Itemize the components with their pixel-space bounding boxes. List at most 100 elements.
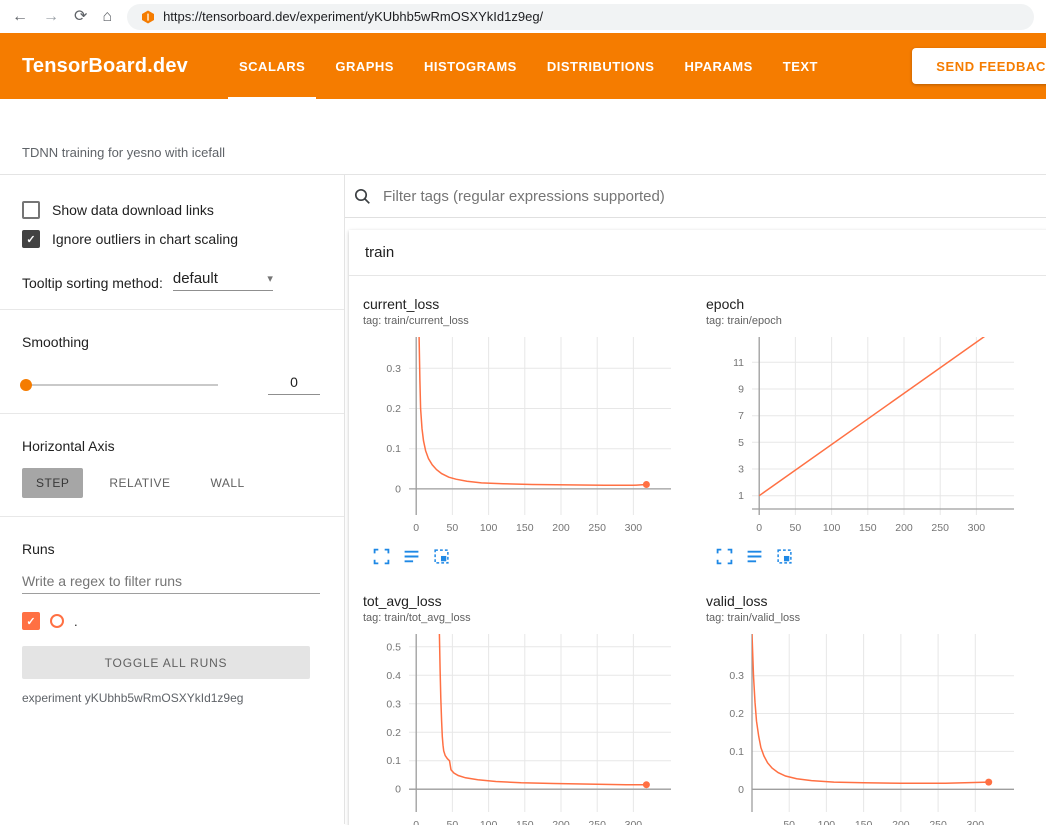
train-section-header[interactable]: train (349, 230, 1046, 276)
svg-text:50: 50 (447, 522, 459, 534)
expand-chart-icon[interactable] (373, 548, 390, 565)
back-icon[interactable]: ← (12, 9, 28, 25)
svg-text:250: 250 (929, 819, 947, 825)
svg-text:0: 0 (413, 819, 419, 825)
svg-text:150: 150 (855, 819, 873, 825)
horizontal-axis-buttons: STEP RELATIVE WALL (22, 468, 320, 498)
tag-filter-row (345, 175, 1046, 218)
checkbox-unchecked-icon[interactable] (22, 201, 40, 219)
svg-text:9: 9 (738, 384, 744, 396)
ignore-outliers-row[interactable]: ✓ Ignore outliers in chart scaling (22, 230, 320, 248)
svg-text:0.3: 0.3 (729, 670, 744, 682)
line-chart[interactable]: 00.10.20.350100150200250300 (706, 630, 1039, 825)
svg-text:0: 0 (395, 784, 401, 796)
content: Show data download links ✓ Ignore outlie… (0, 175, 1046, 824)
smoothing-label: Smoothing (22, 334, 320, 350)
svg-text:1: 1 (738, 490, 744, 502)
run-checkbox-icon[interactable]: ✓ (22, 612, 40, 630)
chart-tag: tag: train/valid_loss (706, 612, 1039, 624)
svg-text:7: 7 (738, 410, 744, 422)
tab-distributions[interactable]: DISTRIBUTIONS (532, 33, 670, 99)
chart-title: current_loss (363, 296, 696, 312)
svg-text:0: 0 (395, 483, 401, 495)
smoothing-slider-row: 0 (22, 374, 320, 395)
browser-chrome: ← → ⟳ ⌂ https://tensorboard.dev/experime… (0, 0, 1046, 33)
line-chart[interactable]: 00.10.20.3050100150200250300 (363, 333, 696, 546)
svg-text:300: 300 (625, 819, 643, 825)
send-feedback-button[interactable]: SEND FEEDBACK (912, 48, 1046, 84)
chevron-down-icon: ▾ (267, 272, 273, 285)
tag-filter-input[interactable] (381, 187, 1046, 206)
address-bar[interactable]: https://tensorboard.dev/experiment/yKUbh… (127, 4, 1034, 30)
svg-text:0.1: 0.1 (729, 746, 744, 758)
app-header: TensorBoard.dev SCALARS GRAPHS HISTOGRAM… (0, 33, 1046, 99)
svg-text:50: 50 (447, 819, 459, 825)
svg-text:250: 250 (588, 522, 606, 534)
tensorboard-favicon (141, 10, 155, 24)
chart-title: epoch (706, 296, 1039, 312)
smoothing-slider-thumb[interactable] (20, 379, 32, 391)
tab-text[interactable]: TEXT (768, 33, 833, 99)
forward-icon[interactable]: → (43, 9, 59, 25)
tensorboard-page: ← → ⟳ ⌂ https://tensorboard.dev/experime… (0, 0, 1046, 825)
svg-text:100: 100 (480, 819, 498, 825)
show-download-links-label: Show data download links (52, 202, 214, 218)
show-download-links-row[interactable]: Show data download links (22, 201, 320, 219)
scalars-main: train current_loss tag: train/current_lo… (345, 175, 1046, 824)
svg-text:0.5: 0.5 (386, 641, 401, 653)
tab-scalars[interactable]: SCALARS (224, 33, 320, 99)
charts-grid: current_loss tag: train/current_loss 0 0.… (349, 276, 1046, 825)
axis-wall-button[interactable]: WALL (196, 468, 258, 498)
runs-regex-input[interactable] (22, 569, 320, 594)
svg-text:0: 0 (738, 784, 744, 796)
toggle-all-runs-button[interactable]: TOGGLE ALL RUNS (22, 646, 310, 679)
svg-text:0.2: 0.2 (386, 727, 401, 739)
svg-text:250: 250 (931, 522, 949, 534)
tab-histograms[interactable]: HISTOGRAMS (409, 33, 532, 99)
svg-text:150: 150 (859, 522, 877, 534)
line-chart[interactable]: 00.10.20.30.40.5050100150200250300 (363, 630, 696, 825)
ignore-outliers-label: Ignore outliers in chart scaling (52, 231, 238, 247)
axis-step-button[interactable]: STEP (22, 468, 83, 498)
fit-domain-icon[interactable] (433, 548, 450, 565)
tab-graphs[interactable]: GRAPHS (320, 33, 409, 99)
svg-text:50: 50 (783, 819, 795, 825)
experiment-caption: experiment yKUbhb5wRmOSXYkId1z9eg (22, 691, 320, 705)
svg-text:150: 150 (516, 522, 534, 534)
svg-text:150: 150 (516, 819, 534, 825)
chart-options-icon[interactable] (403, 548, 420, 565)
axis-relative-button[interactable]: RELATIVE (95, 468, 184, 498)
svg-text:0: 0 (413, 522, 419, 534)
run-list-item[interactable]: ✓ . (22, 612, 320, 630)
chart-card-tot-avg-loss: tot_avg_loss tag: train/tot_avg_loss 00.… (363, 593, 696, 825)
url-text: https://tensorboard.dev/experiment/yKUbh… (163, 9, 543, 24)
expand-chart-icon[interactable] (716, 548, 733, 565)
fit-domain-icon[interactable] (776, 548, 793, 565)
tooltip-sorting-select[interactable]: default ▾ (173, 270, 273, 291)
svg-text:0.1: 0.1 (386, 443, 401, 455)
checkbox-checked-icon[interactable]: ✓ (22, 230, 40, 248)
chart-tag: tag: train/tot_avg_loss (363, 612, 696, 624)
svg-text:11: 11 (733, 357, 744, 369)
svg-text:300: 300 (967, 819, 985, 825)
svg-text:3: 3 (738, 464, 744, 476)
chart-options-icon[interactable] (746, 548, 763, 565)
svg-text:200: 200 (892, 819, 910, 825)
svg-text:0.3: 0.3 (386, 363, 401, 375)
app-logo: TensorBoard.dev (22, 55, 188, 78)
svg-text:200: 200 (552, 522, 570, 534)
chart-tag: tag: train/current_loss (363, 315, 696, 327)
svg-text:0.3: 0.3 (386, 698, 401, 710)
home-icon[interactable]: ⌂ (102, 9, 112, 25)
sidebar-divider (0, 309, 344, 310)
svg-text:100: 100 (480, 522, 498, 534)
main-nav: SCALARS GRAPHS HISTOGRAMS DISTRIBUTIONS … (224, 33, 833, 99)
smoothing-value-field[interactable]: 0 (268, 374, 320, 395)
reload-icon[interactable]: ⟳ (74, 9, 87, 25)
smoothing-slider[interactable] (22, 384, 218, 386)
line-chart[interactable]: 1357911050100150200250300 (706, 333, 1039, 546)
settings-sidebar: Show data download links ✓ Ignore outlie… (0, 175, 345, 824)
tab-hparams[interactable]: HPARAMS (669, 33, 767, 99)
svg-text:200: 200 (552, 819, 570, 825)
svg-text:250: 250 (588, 819, 606, 825)
